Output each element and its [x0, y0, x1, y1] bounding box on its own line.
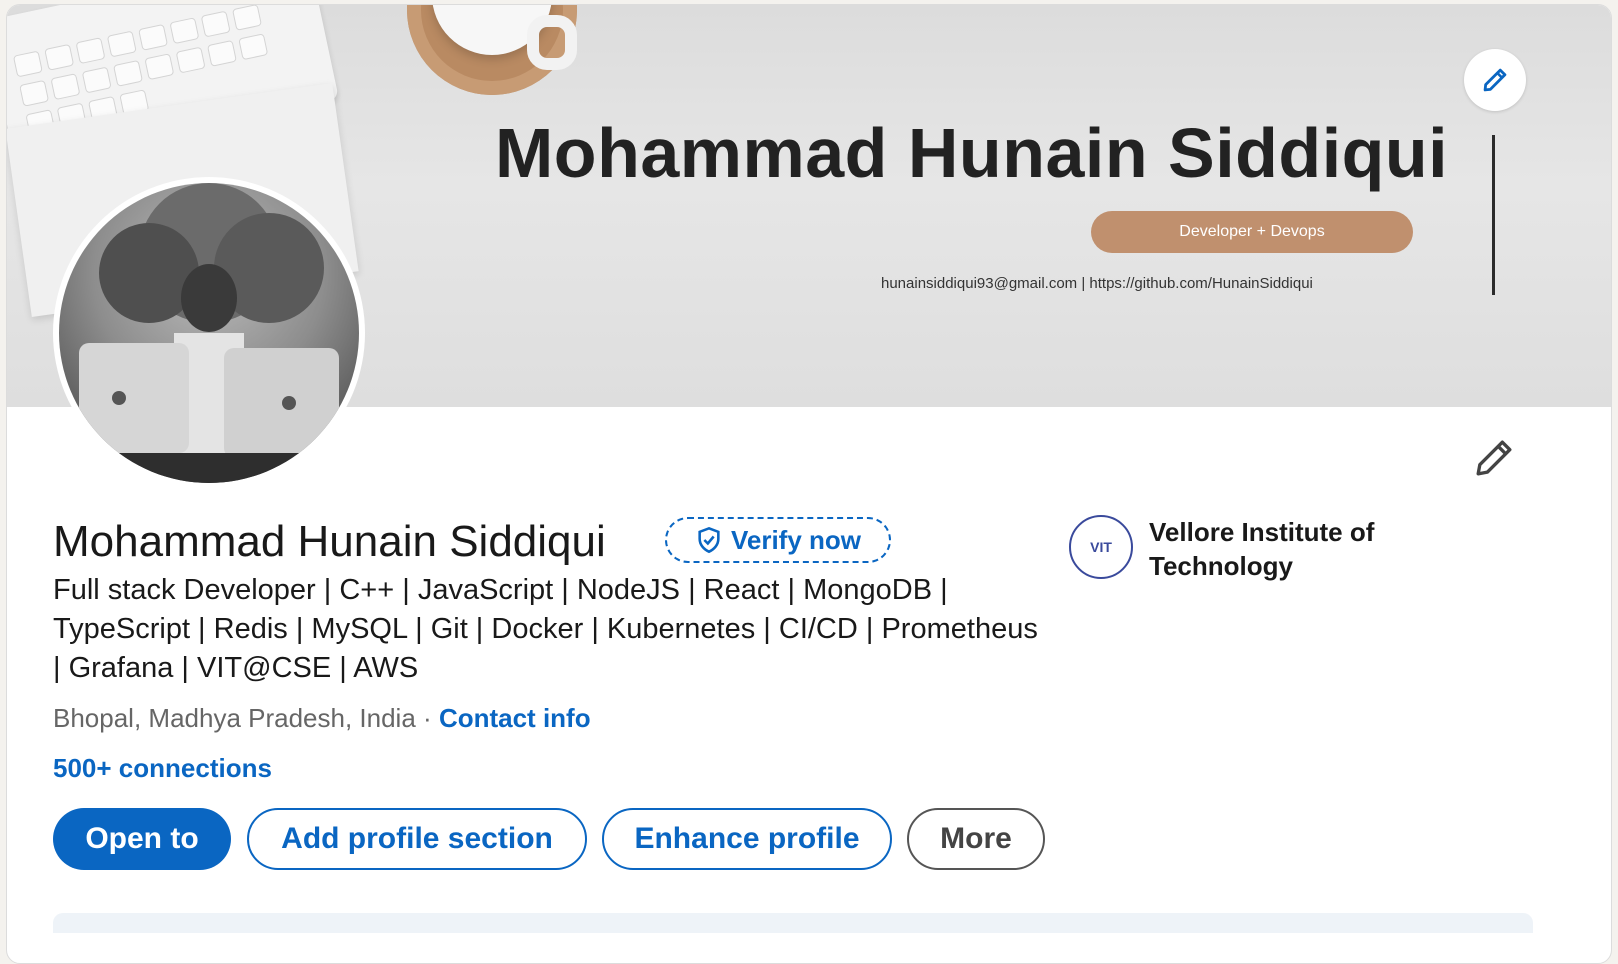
open-to-button[interactable]: Open to: [53, 808, 231, 870]
edit-intro-button[interactable]: [1471, 435, 1517, 481]
connections-link[interactable]: 500+ connections: [53, 753, 272, 784]
banner-title: Mohammad Hunain Siddiqui: [495, 114, 1449, 192]
verify-label: Verify now: [730, 524, 862, 555]
profile-card: Mohammad Hunain Siddiqui Developer + Dev…: [6, 4, 1612, 964]
person-with-laptops-image: [59, 183, 359, 483]
verify-now-button[interactable]: Verify now: [665, 517, 891, 563]
add-profile-section-button[interactable]: Add profile section: [247, 808, 587, 870]
location-row: Bhopal, Madhya Pradesh, India · Contact …: [53, 703, 591, 734]
edit-banner-button[interactable]: [1464, 49, 1526, 111]
shield-check-icon: [698, 526, 720, 554]
contact-info-link[interactable]: Contact info: [439, 703, 591, 733]
school-name: Vellore Institute of Technology: [1149, 517, 1375, 581]
banner-divider: [1492, 135, 1495, 295]
location-text: Bhopal, Madhya Pradesh, India: [53, 703, 416, 733]
pencil-icon: [1476, 440, 1512, 476]
profile-headline: Full stack Developer | C++ | JavaScript …: [53, 574, 1038, 684]
profile-photo[interactable]: [53, 177, 365, 489]
mug-handle-image: [527, 15, 577, 70]
profile-name: Mohammad Hunain Siddiqui: [53, 517, 606, 566]
pencil-icon: [1483, 68, 1507, 92]
more-button[interactable]: More: [907, 808, 1045, 870]
banner-contact: hunainsiddiqui93@gmail.com | https://git…: [881, 275, 1313, 292]
education-entry[interactable]: VIT Vellore Institute of Technology: [1069, 515, 1409, 583]
banner-tag: Developer + Devops: [1091, 211, 1413, 253]
enhance-profile-button[interactable]: Enhance profile: [602, 808, 892, 870]
separator-dot: ·: [423, 703, 432, 733]
avatar-image: [59, 183, 359, 483]
school-logo: VIT: [1069, 515, 1133, 579]
next-section-edge: [53, 913, 1533, 933]
